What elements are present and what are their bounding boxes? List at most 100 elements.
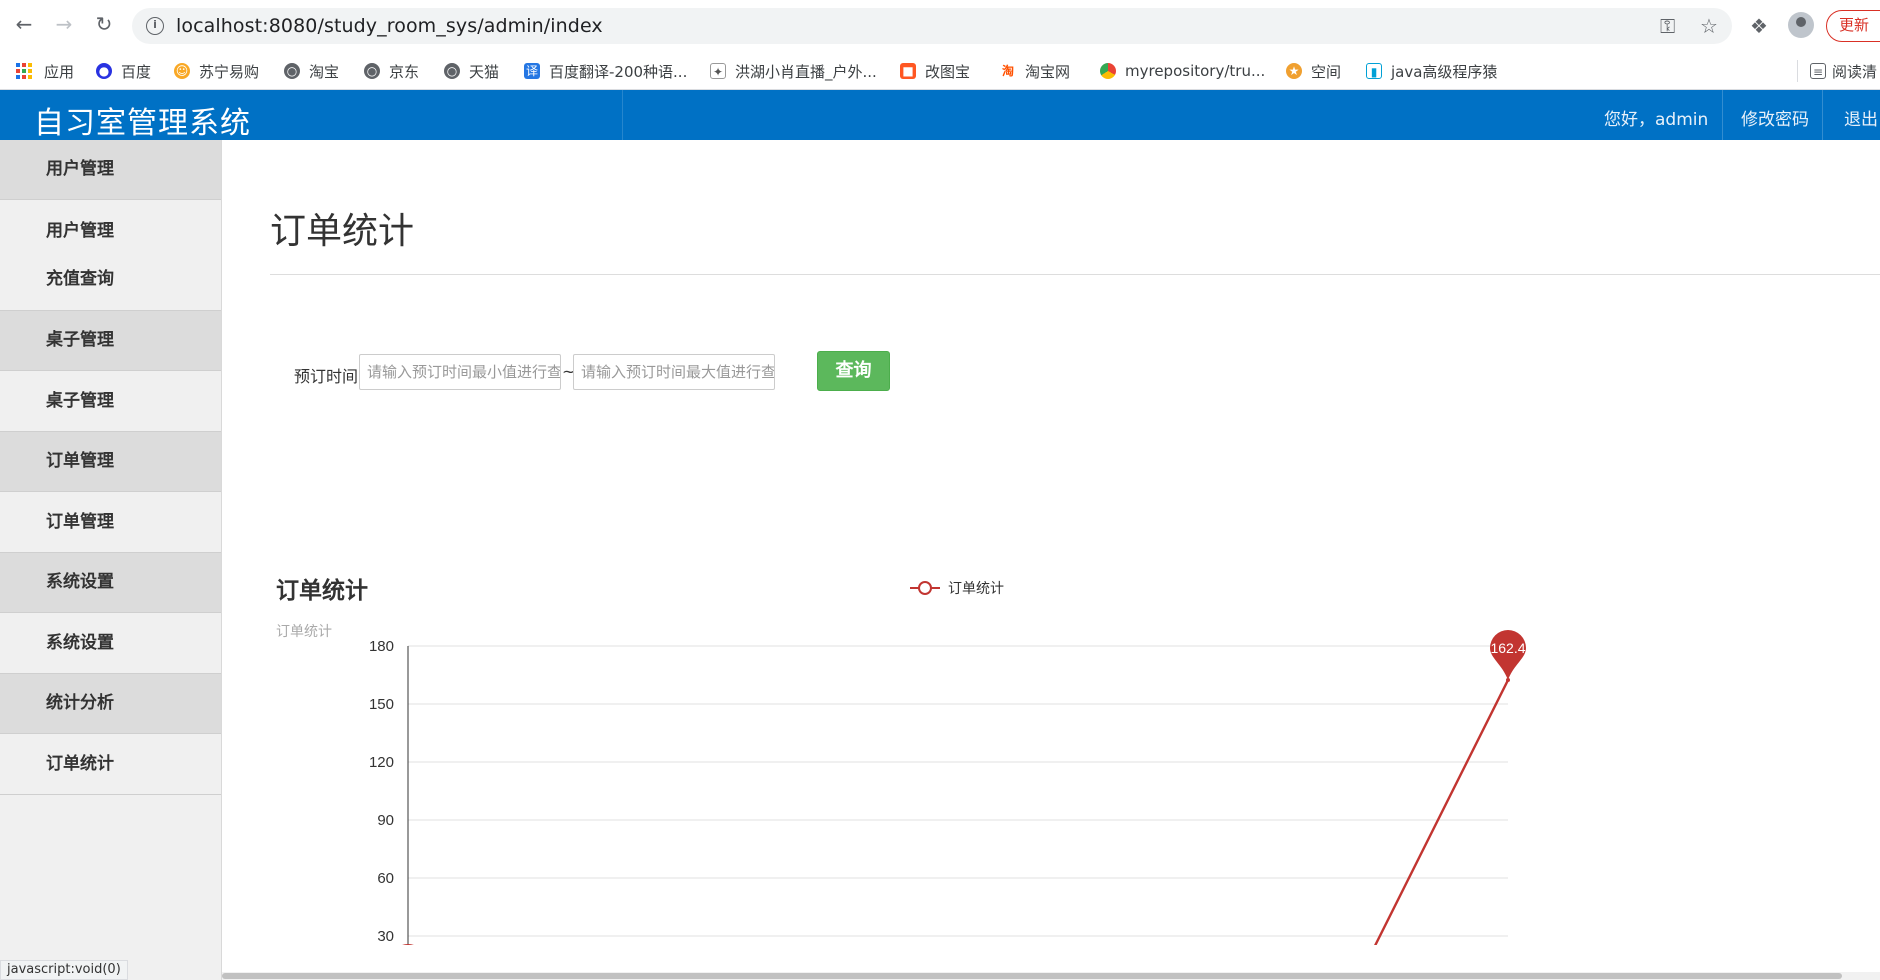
- sidebar-group-items: 桌子管理: [0, 371, 221, 432]
- user-greeting[interactable]: 您好，admin: [1604, 105, 1708, 130]
- taobao-icon: 淘: [1000, 63, 1016, 79]
- key-icon[interactable]: ⚿: [1660, 14, 1675, 38]
- order-statistics-chart: 订单统计订单统计订单统计03060901201501802021-10-1020…: [222, 425, 1880, 945]
- header-separator: [1822, 90, 1823, 140]
- url-text[interactable]: localhost:8080/study_room_sys/admin/inde…: [176, 15, 603, 37]
- bookmark-label: 京东: [389, 62, 420, 81]
- status-bar-url: javascript:void(0): [0, 960, 128, 980]
- globe-icon: ○: [284, 63, 300, 79]
- bookmark-gaitubao[interactable]: ■ 改图宝: [900, 61, 970, 81]
- mark-point-pin: [402, 944, 414, 945]
- sidebar-item-order-statistics[interactable]: 订单统计: [0, 740, 221, 788]
- browser-toolbar: ← → ↻ i localhost:8080/study_room_sys/ad…: [0, 0, 1880, 52]
- sidebar-group-statistics[interactable]: 统计分析: [0, 674, 221, 734]
- translate-icon: 译: [524, 63, 540, 79]
- globe-icon: ○: [444, 63, 460, 79]
- chart-title: 订单统计: [276, 577, 368, 603]
- bookmark-apps[interactable]: 应用: [16, 61, 74, 81]
- bookmark-myrepository[interactable]: myrepository/tru...: [1100, 61, 1265, 81]
- sidebar: 用户管理 用户管理 充值查询 桌子管理 桌子管理 订单管理 订单管理 系统设置 …: [0, 140, 222, 980]
- bookmarks-bar: 应用 ● 百度 ☺ 苏宁易购 ○ 淘宝 ○ 京东 ○ 天猫 译 百度翻译-200…: [0, 52, 1880, 90]
- sidebar-group-items: 系统设置: [0, 613, 221, 674]
- sidebar-item-user-management[interactable]: 用户管理: [0, 207, 221, 255]
- live-icon: ✦: [710, 63, 726, 79]
- apps-icon: [16, 63, 32, 79]
- back-arrow-icon[interactable]: ←: [12, 12, 36, 36]
- bookmark-taobao-net[interactable]: 淘 淘宝网: [1000, 61, 1070, 81]
- forward-arrow-icon[interactable]: →: [52, 12, 76, 36]
- image-tool-icon: ■: [900, 63, 916, 79]
- bookmark-label: 淘宝网: [1025, 62, 1071, 81]
- info-icon[interactable]: i: [146, 17, 164, 35]
- bookmark-label: 空间: [1311, 62, 1342, 81]
- profile-avatar-icon[interactable]: [1788, 12, 1814, 38]
- query-button[interactable]: 查询: [817, 351, 890, 391]
- bilibili-icon: ▮: [1366, 63, 1382, 79]
- horizontal-scrollbar[interactable]: [222, 972, 1880, 980]
- sidebar-item-recharge-query[interactable]: 充值查询: [0, 255, 221, 303]
- bookmark-tmall[interactable]: ○ 天猫: [444, 61, 499, 81]
- suning-icon: ☺: [174, 63, 190, 79]
- sidebar-group-user-management[interactable]: 用户管理: [0, 140, 221, 200]
- update-button[interactable]: 更新: [1826, 10, 1880, 42]
- bookmark-jd[interactable]: ○ 京东: [364, 61, 419, 81]
- baidu-icon: ●: [96, 63, 112, 79]
- title-divider: [270, 274, 1880, 275]
- star-icon[interactable]: ☆: [1700, 14, 1718, 38]
- bookmark-reading-list[interactable]: ≡ 阅读清: [1810, 61, 1877, 81]
- scrollbar-thumb[interactable]: [222, 973, 1842, 979]
- sidebar-group-desk-management[interactable]: 桌子管理: [0, 311, 221, 371]
- bookmark-label: 应用: [44, 62, 75, 81]
- bookmark-label: 百度: [121, 62, 152, 81]
- chart-svg: 订单统计订单统计订单统计03060901201501802021-10-1020…: [276, 577, 1526, 945]
- qzone-icon: ★: [1286, 63, 1302, 79]
- bookmark-baidu-translate[interactable]: 译 百度翻译-200种语...: [524, 61, 687, 81]
- sidebar-item-order-management[interactable]: 订单管理: [0, 498, 221, 546]
- legend-label: 订单统计: [948, 580, 1004, 596]
- booking-time-label: 预订时间: [294, 367, 359, 386]
- bookmark-divider: [1797, 60, 1798, 82]
- y-tick-label: 150: [369, 696, 394, 713]
- bookmark-baidu[interactable]: ● 百度: [96, 61, 151, 81]
- sidebar-group-order-management[interactable]: 订单管理: [0, 432, 221, 492]
- bookmark-label: 阅读清: [1832, 62, 1878, 81]
- bookmark-label: 苏宁易购: [199, 62, 260, 81]
- bookmark-label: 洪湖小肖直播_户外...: [735, 62, 877, 81]
- bookmark-bilibili[interactable]: ▮ java高级程序猿: [1366, 61, 1497, 81]
- bookmark-label: java高级程序猿: [1391, 62, 1498, 81]
- bookmark-qzone[interactable]: ★ 空间: [1286, 61, 1341, 81]
- reading-list-icon: ≡: [1810, 63, 1826, 79]
- address-bar[interactable]: i localhost:8080/study_room_sys/admin/in…: [132, 8, 1732, 44]
- y-tick-label: 90: [377, 812, 394, 829]
- y-tick-label: 60: [377, 870, 394, 887]
- sidebar-group-items: 订单管理: [0, 492, 221, 553]
- booking-time-min-input[interactable]: 请输入预订时间最小值进行查: [359, 354, 561, 390]
- header-divider: [622, 90, 623, 140]
- app-header: 自习室管理系统 您好，admin 修改密码 退出: [0, 90, 1880, 141]
- bookmark-live[interactable]: ✦ 洪湖小肖直播_户外...: [710, 61, 877, 81]
- bookmark-suning[interactable]: ☺ 苏宁易购: [174, 61, 259, 81]
- y-axis-name: 订单统计: [276, 623, 332, 639]
- series-line: [1374, 679, 1510, 945]
- sidebar-item-system-settings[interactable]: 系统设置: [0, 619, 221, 667]
- reload-icon[interactable]: ↻: [92, 12, 116, 36]
- logout-link[interactable]: 退出: [1844, 105, 1878, 130]
- bookmark-taobao[interactable]: ○ 淘宝: [284, 61, 339, 81]
- chrome-icon: [1100, 63, 1116, 79]
- page-title: 订单统计: [270, 211, 415, 252]
- sidebar-group-system-settings[interactable]: 系统设置: [0, 553, 221, 613]
- bookmark-label: 淘宝: [309, 62, 340, 81]
- change-password-link[interactable]: 修改密码: [1741, 105, 1809, 130]
- sidebar-item-desk-management[interactable]: 桌子管理: [0, 377, 221, 425]
- header-separator: [1722, 90, 1723, 140]
- puzzle-extensions-icon[interactable]: ❖: [1750, 14, 1768, 38]
- bookmark-label: 改图宝: [925, 62, 971, 81]
- bookmark-label: 天猫: [469, 62, 500, 81]
- y-tick-label: 180: [369, 638, 394, 655]
- bookmark-label: myrepository/tru...: [1125, 62, 1266, 80]
- y-tick-label: 30: [377, 928, 394, 945]
- booking-time-max-input[interactable]: 请输入预订时间最大值进行查: [573, 354, 775, 390]
- mark-point-label: 162.4: [1490, 640, 1525, 656]
- legend-marker: [918, 581, 932, 595]
- main-content: 订单统计 预订时间 请输入预订时间最小值进行查 ~ 请输入预订时间最大值进行查 …: [222, 140, 1880, 980]
